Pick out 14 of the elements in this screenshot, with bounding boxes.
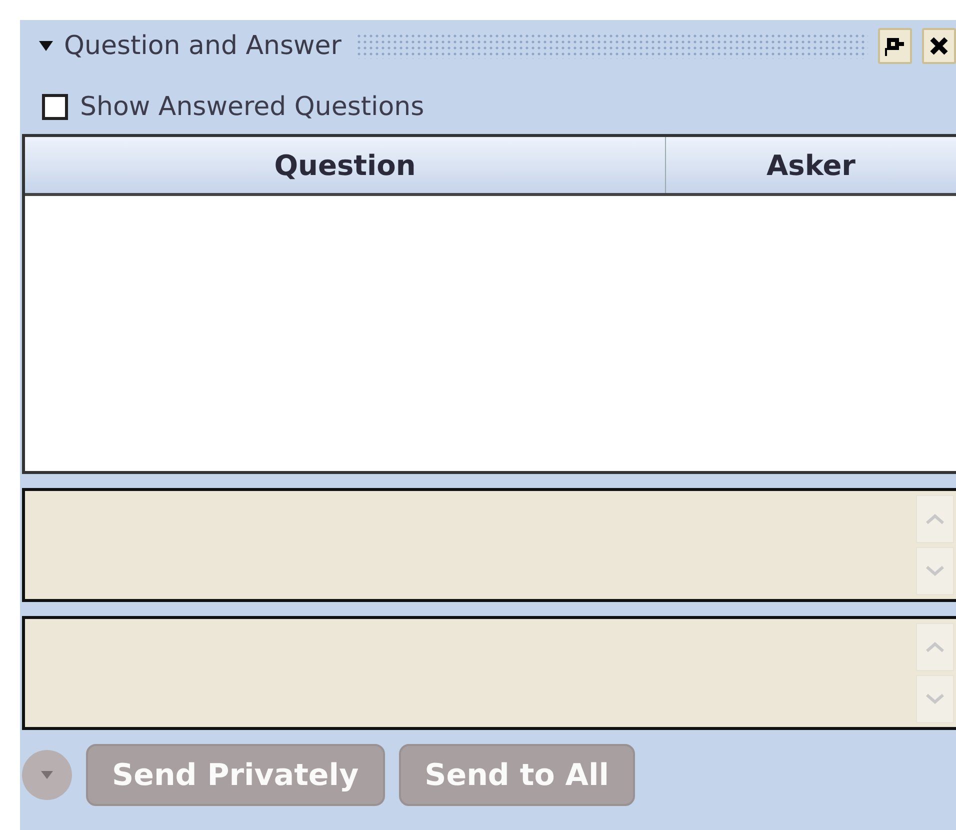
chevron-down-icon xyxy=(925,565,945,577)
close-icon xyxy=(928,35,950,57)
pin-button[interactable] xyxy=(878,28,912,64)
chevron-up-icon xyxy=(925,641,945,653)
close-button[interactable] xyxy=(922,28,956,64)
column-header[interactable]: Question xyxy=(25,137,666,193)
column-header[interactable]: Asker xyxy=(666,137,956,193)
panel-title: Question and Answer xyxy=(64,31,342,61)
checkbox-label[interactable]: Show Answered Questions xyxy=(80,92,424,122)
chevron-up-icon xyxy=(925,513,945,525)
caret-icon xyxy=(40,770,54,780)
chevron-down-icon xyxy=(925,693,945,705)
show-answered-checkbox[interactable] xyxy=(42,94,68,120)
collapse-triangle-icon[interactable] xyxy=(38,39,54,53)
